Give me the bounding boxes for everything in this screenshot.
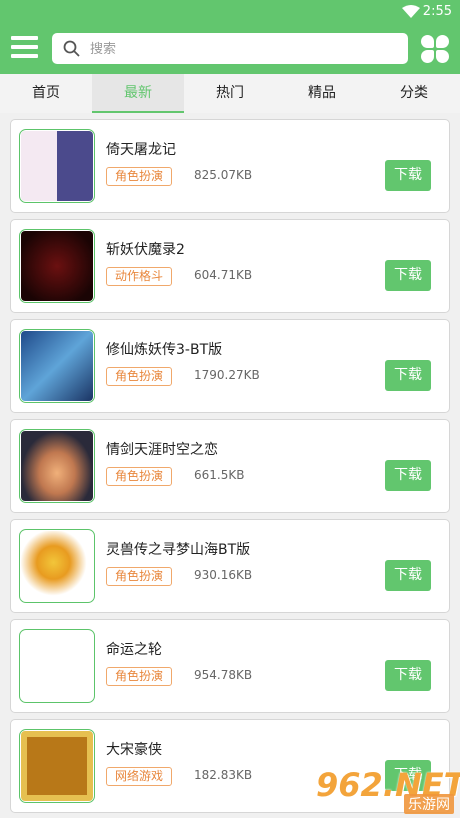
tab-featured[interactable]: 精品 xyxy=(276,74,368,113)
app-name[interactable]: 情剑天涯时空之恋 xyxy=(106,439,218,459)
game-art-image xyxy=(21,731,93,801)
game-art-image xyxy=(21,231,93,301)
file-size: 930.16KB xyxy=(194,568,253,582)
app-thumbnail[interactable] xyxy=(19,629,95,703)
category-tag: 角色扮演 xyxy=(106,367,173,386)
app-name[interactable]: 倚天屠龙记 xyxy=(106,139,176,159)
game-art-image xyxy=(21,631,93,701)
app-name[interactable]: 大宋豪侠 xyxy=(106,739,162,759)
download-button[interactable]: 下载 xyxy=(385,460,431,491)
file-size: 954.78KB xyxy=(194,668,253,682)
clock: 2:55 xyxy=(422,4,452,19)
app-thumbnail[interactable] xyxy=(19,329,95,403)
download-button[interactable]: 下载 xyxy=(385,160,431,191)
category-tag: 动作格斗 xyxy=(106,267,173,286)
app-name[interactable]: 斩妖伏魔录2 xyxy=(106,239,185,259)
tab-bar: 首页 最新 热门 精品 分类 xyxy=(0,74,460,113)
download-button[interactable]: 下载 xyxy=(385,560,431,591)
tab-hot[interactable]: 热门 xyxy=(184,74,276,113)
app-name[interactable]: 命运之轮 xyxy=(106,639,162,659)
file-size: 661.5KB xyxy=(194,468,245,482)
list-item[interactable]: 命运之轮 角色扮演 954.78KB 下载 xyxy=(10,619,450,713)
list-item[interactable]: 倚天屠龙记 角色扮演 825.07KB 下载 xyxy=(10,119,450,213)
app-thumbnail[interactable] xyxy=(19,129,95,203)
tab-category[interactable]: 分类 xyxy=(368,74,460,113)
app-thumbnail[interactable] xyxy=(19,429,95,503)
download-button[interactable]: 下载 xyxy=(385,660,431,691)
menu-icon[interactable] xyxy=(11,36,39,62)
download-button[interactable]: 下载 xyxy=(385,360,431,391)
site-watermark: 962.NET 乐游网 xyxy=(316,766,460,814)
category-tag: 角色扮演 xyxy=(106,167,173,186)
list-item[interactable]: 灵兽传之寻梦山海BT版 角色扮演 930.16KB 下载 xyxy=(10,519,450,613)
clover-icon[interactable] xyxy=(420,34,450,64)
category-tag: 角色扮演 xyxy=(106,467,173,486)
file-size: 182.83KB xyxy=(194,768,253,782)
list-item[interactable]: 修仙炼妖传3-BT版 角色扮演 1790.27KB 下载 xyxy=(10,319,450,413)
status-bar: 2:55 xyxy=(0,0,460,24)
app-thumbnail[interactable] xyxy=(19,529,95,603)
game-art-image xyxy=(21,531,93,601)
watermark-site: 乐游网 xyxy=(404,794,454,814)
list-item[interactable]: 情剑天涯时空之恋 角色扮演 661.5KB 下载 xyxy=(10,419,450,513)
game-art-image xyxy=(21,331,93,401)
file-size: 825.07KB xyxy=(194,168,253,182)
category-tag: 网络游戏 xyxy=(106,767,173,786)
app-name[interactable]: 灵兽传之寻梦山海BT版 xyxy=(106,539,250,559)
tab-home[interactable]: 首页 xyxy=(0,74,92,113)
top-toolbar xyxy=(0,24,460,74)
app-thumbnail[interactable] xyxy=(19,229,95,303)
app-thumbnail[interactable] xyxy=(19,729,95,803)
game-art-image xyxy=(21,131,93,201)
game-art-image xyxy=(21,431,93,501)
file-size: 604.71KB xyxy=(194,268,253,282)
category-tag: 角色扮演 xyxy=(106,567,173,586)
download-button[interactable]: 下载 xyxy=(385,260,431,291)
wifi-icon xyxy=(402,5,420,18)
file-size: 1790.27KB xyxy=(194,368,260,382)
list-item[interactable]: 斩妖伏魔录2 动作格斗 604.71KB 下载 xyxy=(10,219,450,313)
app-name[interactable]: 修仙炼妖传3-BT版 xyxy=(106,339,222,359)
search-icon xyxy=(63,40,80,57)
search-box[interactable] xyxy=(52,33,408,66)
category-tag: 角色扮演 xyxy=(106,667,173,686)
search-input[interactable] xyxy=(88,33,402,66)
tab-latest[interactable]: 最新 xyxy=(92,74,184,113)
